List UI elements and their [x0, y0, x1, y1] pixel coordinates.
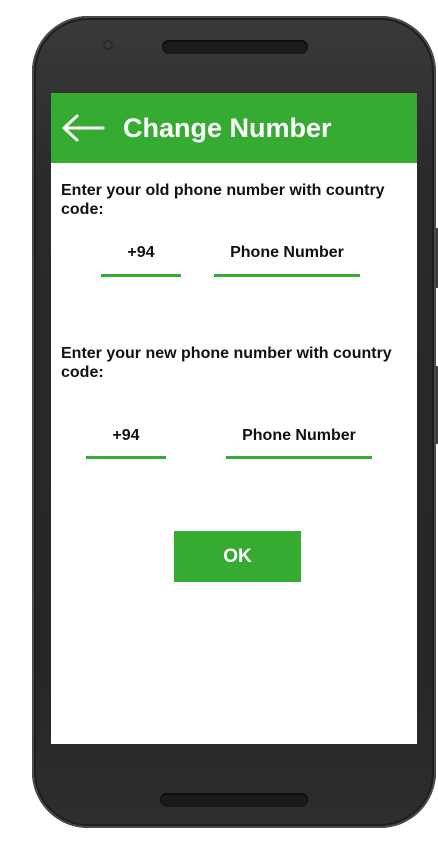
front-camera-icon: [103, 40, 113, 50]
old-phone-number-field[interactable]: Phone Number: [214, 243, 360, 277]
new-phone-number-placeholder: Phone Number: [242, 427, 356, 444]
bottom-speaker: [160, 793, 308, 807]
ok-button[interactable]: OK: [174, 531, 301, 582]
earpiece-speaker: [162, 40, 308, 54]
new-phone-number-field[interactable]: Phone Number: [226, 426, 372, 459]
arrow-left-icon[interactable]: [61, 111, 105, 145]
app-screen: Change Number Enter your old phone numbe…: [51, 93, 417, 744]
new-number-instruction: Enter your new phone number with country…: [61, 345, 392, 381]
app-bar: Change Number: [51, 93, 417, 163]
old-country-code-field[interactable]: +94: [101, 243, 181, 277]
old-number-instruction: Enter your old phone number with country…: [61, 182, 385, 218]
new-country-code-value: +94: [112, 427, 140, 444]
old-phone-number-placeholder: Phone Number: [230, 244, 344, 261]
page-title: Change Number: [123, 113, 332, 143]
new-country-code-field[interactable]: +94: [86, 426, 166, 459]
old-country-code-value: +94: [127, 244, 155, 261]
